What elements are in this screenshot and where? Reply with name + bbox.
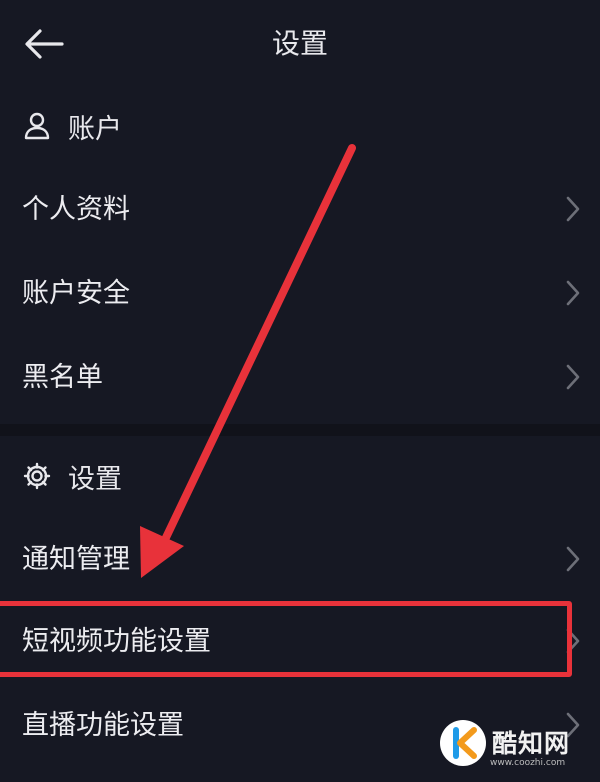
chevron-right-icon [566,546,580,572]
user-icon [24,112,50,140]
section-account-title: 账户 [68,113,122,145]
chevron-right-icon [566,280,580,306]
row-profile[interactable]: 个人资料 [0,168,600,252]
chevron-right-icon [566,364,580,390]
row-account-security[interactable]: 账户安全 [0,252,600,336]
section-settings-title: 设置 [68,463,122,495]
highlight-box [0,601,572,677]
watermark-logo [440,720,486,766]
row-notification-management[interactable]: 通知管理 [0,518,600,602]
section-divider [0,424,600,436]
section-settings: 设置 [22,456,122,496]
watermark: 酷知网 www.coozhi.com [440,716,600,782]
row-label: 通知管理 [22,544,130,575]
top-bar: 设置 [0,0,600,90]
page-title: 设置 [271,27,328,60]
row-blacklist[interactable]: 黑名单 [0,336,600,420]
gear-icon [23,462,51,490]
section-account: 账户 [22,106,122,146]
row-label: 个人资料 [22,194,130,225]
watermark-url: www.coozhi.com [490,758,566,768]
chevron-right-icon [566,196,580,222]
row-label: 直播功能设置 [22,710,184,741]
row-label: 账户安全 [22,278,130,309]
watermark-name: 酷知网 [492,729,571,758]
row-label: 黑名单 [22,362,103,393]
